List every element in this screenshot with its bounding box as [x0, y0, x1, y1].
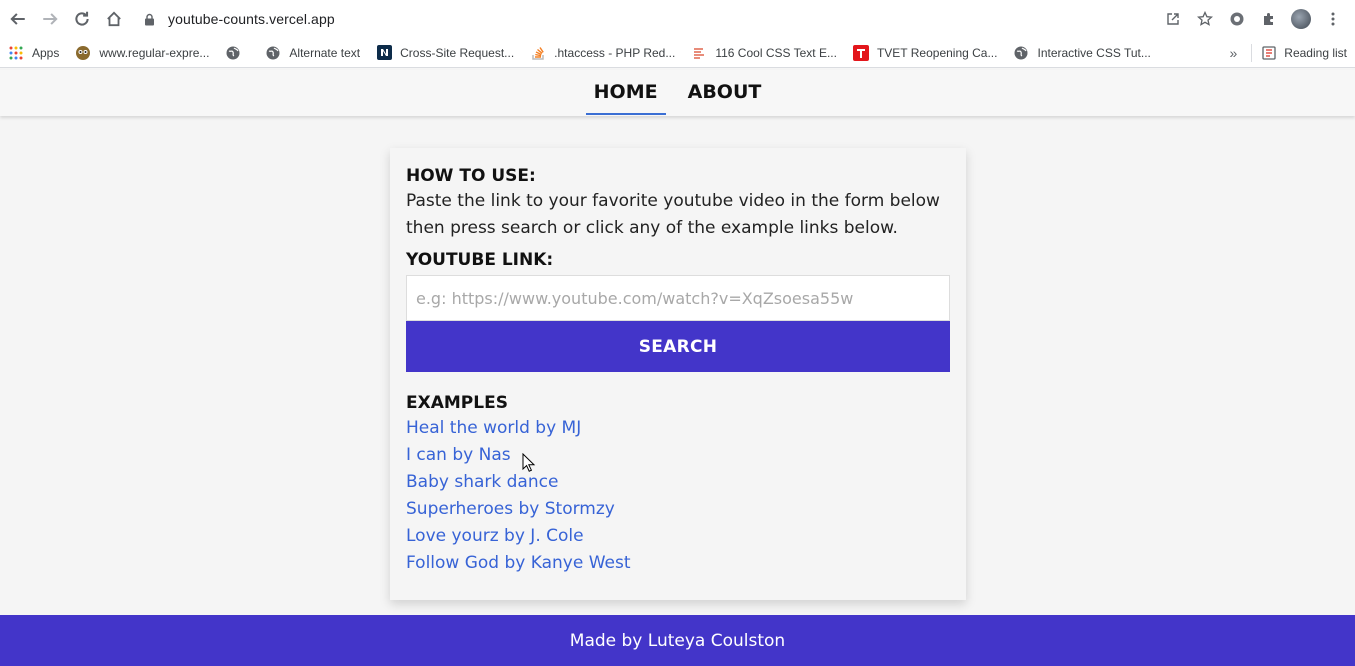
reload-icon[interactable]: [66, 3, 98, 35]
nav-about-link[interactable]: ABOUT: [680, 70, 770, 116]
back-icon[interactable]: [2, 3, 34, 35]
list-item: Love yourz by J. Cole: [406, 523, 950, 550]
search-button[interactable]: SEARCH: [406, 321, 950, 372]
footer: Made by Luteya Coulston: [0, 615, 1355, 666]
bookmark-globe[interactable]: [225, 45, 249, 61]
bookmark-label: Alternate text: [289, 45, 361, 60]
nav-home-link[interactable]: HOME: [585, 70, 666, 116]
bookmark-label: TVET Reopening Ca...: [876, 45, 998, 60]
bookmark-interactive-css[interactable]: Interactive CSS Tut...: [1013, 45, 1151, 61]
forward-icon[interactable]: [34, 3, 66, 35]
bookmark-label: 116 Cool CSS Text E...: [715, 45, 837, 60]
youtube-link-input[interactable]: [406, 275, 950, 321]
list-icon: [691, 45, 707, 61]
t-logo-icon: [852, 44, 869, 61]
bookmark-label: .htaccess - PHP Red...: [554, 45, 676, 60]
home-icon[interactable]: [98, 3, 130, 35]
footer-credit: Made by Luteya Coulston: [569, 630, 786, 651]
example-link-heal-the-world[interactable]: Heal the world by MJ: [406, 418, 581, 438]
extensions-puzzle-icon[interactable]: [1253, 4, 1285, 34]
menu-kebab-icon[interactable]: [1317, 4, 1349, 34]
how-to-use-heading: HOW TO USE:: [406, 166, 536, 186]
bookmark-alternate-text[interactable]: Alternate text: [265, 45, 360, 61]
browser-actions: [1157, 4, 1349, 34]
instructions-text: Paste the link to your favorite youtube …: [406, 191, 940, 238]
reading-list-label[interactable]: Reading list: [1284, 46, 1347, 60]
bookmark-label: Apps: [32, 45, 60, 60]
example-link-follow-god[interactable]: Follow God by Kanye West: [406, 553, 631, 573]
search-card: HOW TO USE: Paste the link to your favor…: [390, 148, 966, 600]
n-logo-icon: [376, 45, 392, 61]
example-link-i-can[interactable]: I can by Nas: [406, 445, 511, 465]
list-item: I can by Nas: [406, 442, 950, 469]
list-item: Superheroes by Stormzy: [406, 496, 950, 523]
more-bookmarks-chevron[interactable]: »: [1230, 45, 1238, 61]
example-link-love-yourz[interactable]: Love yourz by J. Cole: [406, 526, 584, 546]
bookmark-label: Interactive CSS Tut...: [1037, 45, 1151, 60]
globe-icon: [265, 45, 281, 61]
bookmark-label: www.regular-expre...: [99, 45, 210, 60]
reading-list-icon: [1262, 46, 1276, 60]
site-navigation: HOME ABOUT: [0, 70, 1355, 116]
star-icon[interactable]: [1189, 4, 1221, 34]
lock-icon: [144, 12, 156, 26]
browser-toolbar: youtube-counts.vercel.app: [0, 0, 1355, 38]
bookmark-regex[interactable]: www.regular-expre...: [75, 45, 209, 61]
divider: [1251, 44, 1253, 62]
globe-icon: [225, 45, 241, 61]
list-item: Follow God by Kanye West: [406, 550, 950, 577]
mouse-cursor-icon: [522, 453, 536, 472]
example-link-baby-shark[interactable]: Baby shark dance: [406, 472, 558, 492]
address-bar[interactable]: youtube-counts.vercel.app: [144, 4, 335, 34]
examples-heading: EXAMPLES: [406, 393, 508, 413]
extension-globe-icon[interactable]: [1221, 4, 1253, 34]
bookmark-tvet[interactable]: TVET Reopening Ca...: [852, 44, 998, 61]
bookmark-css-text-effects[interactable]: 116 Cool CSS Text E...: [691, 45, 837, 61]
example-link-superheroes[interactable]: Superheroes by Stormzy: [406, 499, 615, 519]
bookmark-htaccess[interactable]: .htaccess - PHP Red...: [530, 45, 675, 61]
url-text: youtube-counts.vercel.app: [168, 11, 335, 27]
apps-grid-icon: [8, 45, 24, 61]
bookmark-csrf[interactable]: Cross-Site Request...: [376, 45, 514, 61]
list-item: Heal the world by MJ: [406, 415, 950, 442]
globe-icon: [1013, 45, 1029, 61]
youtube-link-label: YOUTUBE LINK:: [406, 250, 554, 270]
stack-icon: [530, 45, 546, 61]
owl-icon: [75, 45, 91, 61]
open-external-icon[interactable]: [1157, 4, 1189, 34]
bookmark-apps[interactable]: Apps: [8, 45, 59, 61]
list-item: Baby shark dance: [406, 469, 950, 496]
bookmarks-right: » Reading list: [1230, 38, 1347, 68]
bookmark-label: Cross-Site Request...: [400, 45, 515, 60]
examples-list: Heal the world by MJ I can by Nas Baby s…: [406, 415, 950, 577]
bookmarks-bar: Apps www.regular-expre... Alternate text…: [0, 38, 1355, 68]
profile-avatar[interactable]: [1285, 4, 1317, 34]
